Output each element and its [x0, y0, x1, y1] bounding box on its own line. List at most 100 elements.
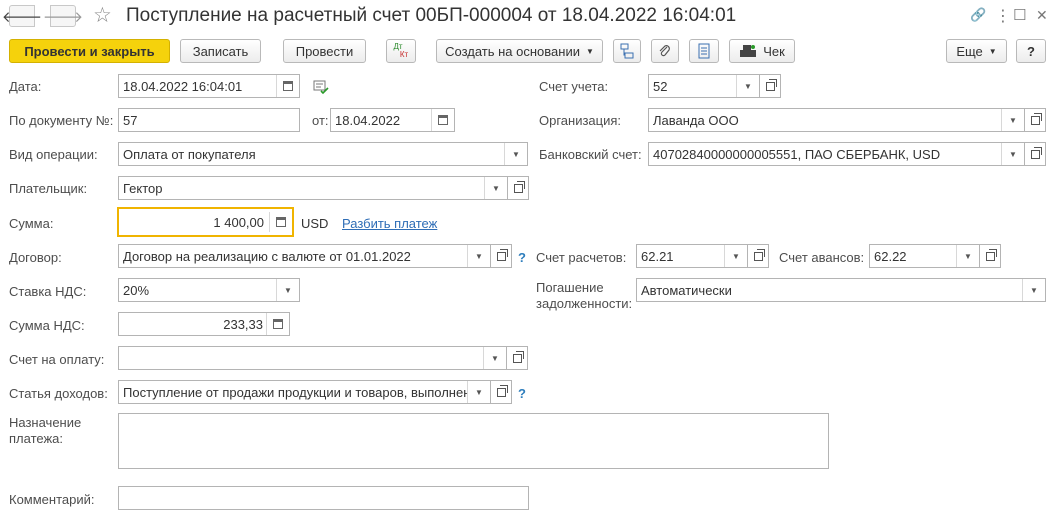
payer-value: Гектор	[123, 180, 163, 196]
forward-button[interactable]: 🡒	[43, 5, 83, 27]
more-vertical-icon[interactable]: ⋮	[995, 6, 1011, 26]
post-and-close-button[interactable]: Провести и закрыть	[9, 39, 170, 63]
doc-date-label: от:	[312, 113, 329, 128]
org-value: Лаванда ООО	[653, 112, 739, 128]
sum-field[interactable]: 1 400,00	[117, 207, 294, 237]
create-based-on-label: Создать на основании	[445, 43, 580, 59]
debt-repayment-value: Автоматически	[641, 282, 732, 298]
open-window-icon	[1030, 146, 1042, 159]
cash-register-icon	[740, 45, 757, 57]
contract-open-button[interactable]	[490, 244, 512, 268]
open-window-icon	[496, 248, 508, 261]
payer-select[interactable]: Гектор ▼	[118, 176, 508, 200]
purpose-textarea[interactable]	[118, 413, 829, 469]
help-button[interactable]: ?	[1016, 39, 1046, 63]
chevron-down-icon[interactable]: ▼	[1001, 143, 1024, 165]
vat-rate-label: Ставка НДС:	[9, 284, 87, 299]
chevron-down-icon[interactable]: ▼	[484, 177, 507, 199]
bank-account-value: 40702840000000005551, ПАО СБЕРБАНК, USD	[653, 146, 941, 162]
settlement-account-open-button[interactable]	[747, 244, 769, 268]
vat-sum-field[interactable]: 233,33	[118, 312, 290, 336]
create-based-on-button[interactable]: Создать на основании ▼	[436, 39, 603, 63]
vat-rate-select[interactable]: 20% ▼	[118, 278, 300, 302]
chevron-down-icon[interactable]: ▼	[483, 347, 506, 369]
attach-button[interactable]	[651, 39, 679, 63]
open-window-icon	[496, 384, 508, 397]
chevron-down-icon[interactable]: ▼	[467, 245, 490, 267]
date-label: Дата:	[9, 79, 42, 94]
contract-value: Договор на реализацию с валюте от 01.01.…	[123, 248, 411, 264]
chevron-down-icon[interactable]: ▼	[1022, 279, 1045, 301]
account-value: 52	[653, 78, 668, 94]
dt-kt-button[interactable]: Дт Кт	[386, 39, 416, 63]
calendar-icon[interactable]	[276, 75, 299, 97]
advance-account-open-button[interactable]	[979, 244, 1001, 268]
document-check-icon[interactable]	[312, 79, 330, 95]
invoice-select[interactable]: ▼	[118, 346, 507, 370]
contract-help-icon[interactable]: ?	[518, 250, 526, 265]
calculator-icon[interactable]	[269, 212, 292, 232]
settlement-account-select[interactable]: 62.21 ▼	[636, 244, 748, 268]
close-icon[interactable]: ✕	[1036, 7, 1048, 24]
open-window-icon	[985, 248, 997, 261]
calculator-icon[interactable]	[266, 313, 289, 335]
income-item-help-icon[interactable]: ?	[518, 386, 526, 401]
back-button[interactable]: 🡐	[2, 5, 42, 27]
advance-account-select[interactable]: 62.22 ▼	[869, 244, 980, 268]
account-label: Счет учета:	[539, 79, 609, 94]
chevron-down-icon[interactable]: ▼	[504, 143, 527, 165]
org-select[interactable]: Лаванда ООО ▼	[648, 108, 1025, 132]
report-button[interactable]	[689, 39, 719, 63]
bank-account-open-button[interactable]	[1024, 142, 1046, 166]
bank-account-select[interactable]: 40702840000000005551, ПАО СБЕРБАНК, USD …	[648, 142, 1025, 166]
invoice-open-button[interactable]	[506, 346, 528, 370]
income-item-select[interactable]: Поступление от продажи продукции и товар…	[118, 380, 491, 404]
payer-open-button[interactable]	[507, 176, 529, 200]
chevron-down-icon[interactable]: ▼	[467, 381, 490, 403]
invoice-label: Счет на оплату:	[9, 352, 105, 367]
debt-repayment-select[interactable]: Автоматически ▼	[636, 278, 1046, 302]
chevron-down-icon: ▼	[585, 46, 594, 56]
maximize-icon[interactable]: ☐	[1013, 6, 1026, 24]
favorite-star-icon[interactable]: ☆	[93, 3, 112, 28]
post-button[interactable]: Провести	[283, 39, 366, 63]
more-button[interactable]: Еще ▼	[946, 39, 1007, 63]
chevron-down-icon[interactable]: ▼	[1001, 109, 1024, 131]
chevron-down-icon[interactable]: ▼	[736, 75, 759, 97]
open-window-icon	[513, 180, 525, 193]
date-field[interactable]: 18.04.2022 16:04:01	[118, 74, 300, 98]
window-title: Поступление на расчетный счет 00БП-00000…	[126, 5, 737, 26]
receipt-label: Чек	[763, 43, 785, 59]
advance-account-value: 62.22	[874, 248, 907, 264]
debt-repayment-label-line2: задолженности:	[536, 296, 633, 311]
split-payment-link[interactable]: Разбить платеж	[342, 216, 437, 231]
comment-field[interactable]	[118, 486, 529, 510]
account-select[interactable]: 52 ▼	[648, 74, 760, 98]
vat-rate-value: 20%	[123, 282, 150, 298]
chevron-down-icon[interactable]: ▼	[724, 245, 747, 267]
chevron-down-icon[interactable]: ▼	[276, 279, 299, 301]
hierarchy-icon	[620, 43, 634, 59]
operation-select[interactable]: Оплата от покупателя ▼	[118, 142, 528, 166]
receipt-button[interactable]: Чек	[729, 39, 795, 63]
doc-date-field[interactable]: 18.04.2022	[330, 108, 455, 132]
income-item-value: Поступление от продажи продукции и товар…	[123, 384, 471, 400]
chevron-down-icon[interactable]: ▼	[956, 245, 979, 267]
org-open-button[interactable]	[1024, 108, 1046, 132]
income-item-open-button[interactable]	[490, 380, 512, 404]
arrow-right-icon: 🡒	[42, 8, 84, 26]
structure-button[interactable]	[613, 39, 641, 63]
contract-select[interactable]: Договор на реализацию с валюте от 01.01.…	[118, 244, 491, 268]
save-button[interactable]: Записать	[180, 39, 261, 63]
settlement-account-label: Счет расчетов:	[536, 250, 627, 265]
comment-label: Комментарий:	[9, 492, 95, 507]
account-open-button[interactable]	[759, 74, 781, 98]
sum-value: 1 400,00	[213, 214, 264, 230]
document-list-icon	[698, 43, 710, 59]
doc-number-field[interactable]: 57	[118, 108, 300, 132]
calendar-icon[interactable]	[431, 109, 454, 131]
debt-repayment-label-line1: Погашение	[536, 280, 604, 295]
link-icon[interactable]: 🔗	[970, 7, 986, 23]
open-window-icon	[765, 78, 777, 91]
title-bar: 🡐 🡒 ☆ Поступление на расчетный счет 00БП…	[0, 0, 1056, 34]
